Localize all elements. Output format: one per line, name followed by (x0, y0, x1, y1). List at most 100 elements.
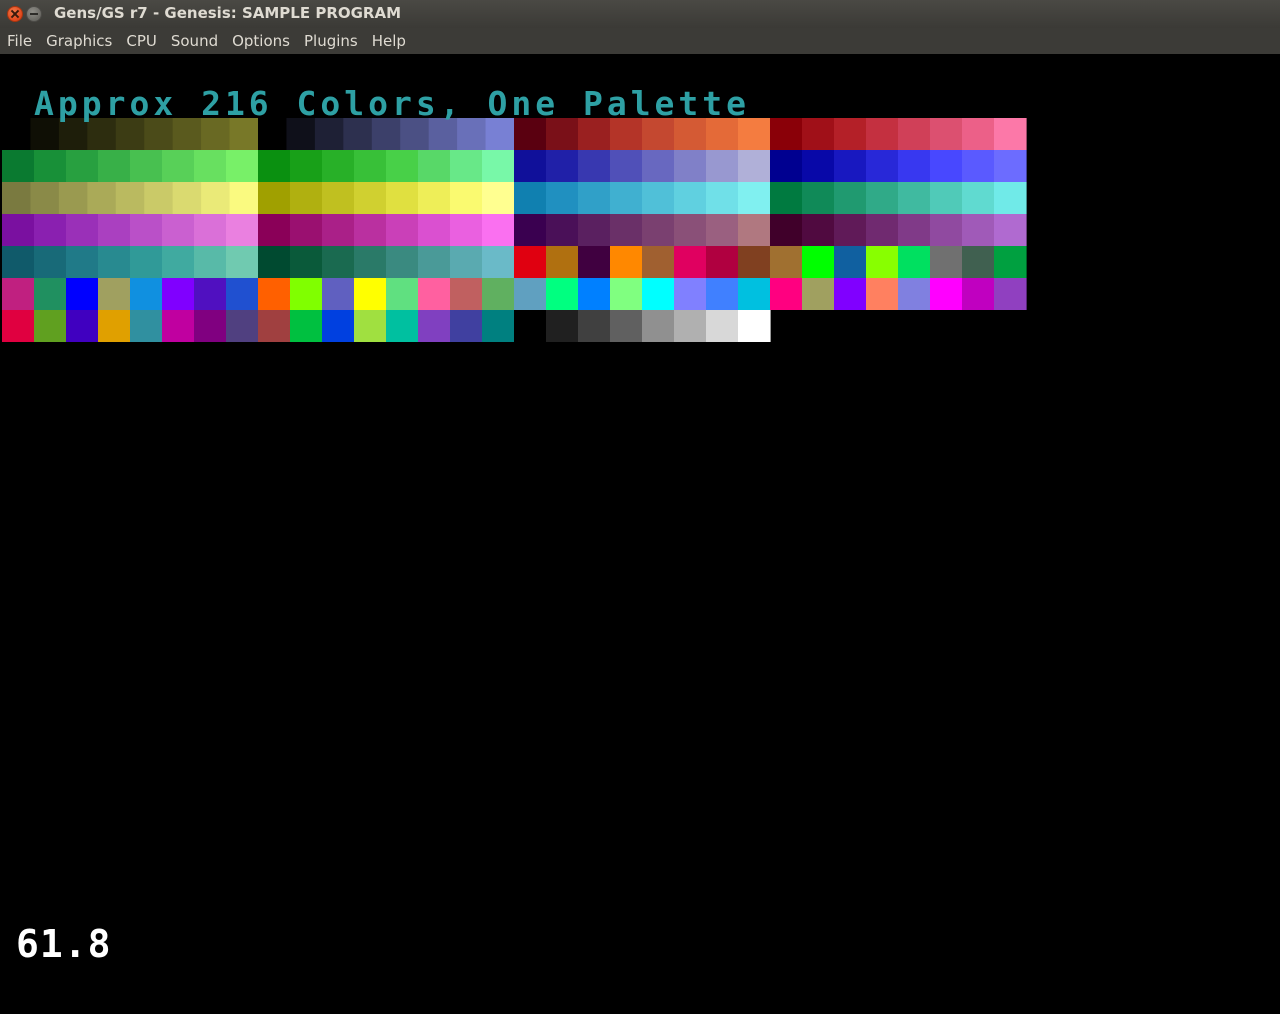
palette-swatch (610, 278, 643, 310)
palette-swatch (98, 150, 131, 182)
palette-swatch (770, 246, 803, 278)
palette-swatch (194, 310, 227, 342)
palette-swatch (66, 278, 99, 310)
palette-swatch (226, 278, 259, 310)
palette-swatch (514, 246, 547, 278)
palette-swatch (866, 214, 899, 246)
palette-swatch (994, 118, 1027, 150)
palette-swatch (674, 150, 707, 182)
palette-swatch (354, 310, 387, 342)
palette-swatch (322, 150, 355, 182)
palette-swatch (418, 278, 451, 310)
palette-swatch (290, 214, 323, 246)
palette-swatch (834, 150, 867, 182)
palette-swatch (514, 182, 547, 214)
palette-swatch (546, 246, 579, 278)
palette-swatch (226, 214, 259, 246)
palette-swatch (802, 278, 835, 310)
palette-swatch (738, 214, 771, 246)
palette-swatch (226, 246, 259, 278)
emulator-screen[interactable]: Approx 216 Colors, One Palette 61.8 (0, 54, 1280, 1014)
palette-swatch (898, 246, 931, 278)
menu-help[interactable]: Help (365, 28, 413, 54)
palette-swatch (610, 310, 643, 342)
palette-swatch (258, 278, 291, 310)
palette-swatch (201, 182, 231, 214)
palette-swatch (115, 182, 145, 214)
palette-swatch (98, 310, 131, 342)
palette-swatch (386, 182, 419, 214)
palette-swatch (642, 310, 675, 342)
palette-swatch (354, 246, 387, 278)
palette-swatch (802, 118, 835, 150)
palette-swatch (866, 278, 899, 310)
palette-swatch (994, 246, 1027, 278)
palette-swatch (194, 278, 227, 310)
palette-swatch (354, 150, 387, 182)
palette-swatch (962, 150, 995, 182)
palette-swatch (258, 246, 291, 278)
palette-swatch (962, 278, 995, 310)
palette-swatch (610, 150, 643, 182)
palette-swatch (2, 118, 32, 150)
palette-swatch (450, 278, 483, 310)
palette-swatch (898, 150, 931, 182)
palette-swatch (322, 214, 355, 246)
palette-swatch (418, 246, 451, 278)
palette-swatch (898, 118, 931, 150)
menu-graphics[interactable]: Graphics (39, 28, 119, 54)
palette-swatch (194, 246, 227, 278)
color-palette-grid (2, 118, 1027, 342)
palette-swatch (770, 150, 803, 182)
palette-swatch (482, 214, 515, 246)
palette-swatch (738, 150, 771, 182)
palette-swatch (770, 118, 803, 150)
palette-swatch (2, 150, 35, 182)
palette-swatch (706, 182, 739, 214)
palette-swatch (386, 214, 419, 246)
palette-swatch (706, 214, 739, 246)
palette-swatch (418, 150, 451, 182)
palette-swatch (258, 310, 291, 342)
palette-swatch (290, 150, 323, 182)
palette-swatch (578, 214, 611, 246)
palette-swatch (802, 246, 835, 278)
palette-swatch (482, 150, 515, 182)
palette-swatch (229, 182, 259, 214)
palette-swatch (578, 182, 611, 214)
palette-swatch (770, 278, 803, 310)
palette-swatch (354, 182, 387, 214)
palette-swatch (930, 182, 963, 214)
palette-swatch (450, 214, 483, 246)
palette-swatch (290, 182, 323, 214)
palette-swatch (194, 214, 227, 246)
minimize-icon[interactable] (26, 6, 42, 22)
palette-swatch (162, 150, 195, 182)
palette-swatch (2, 278, 35, 310)
palette-swatch (34, 310, 67, 342)
menu-sound[interactable]: Sound (164, 28, 225, 54)
palette-swatch (802, 214, 835, 246)
palette-swatch (546, 278, 579, 310)
palette-swatch (130, 150, 163, 182)
menu-file[interactable]: File (0, 28, 39, 54)
palette-swatch (642, 150, 675, 182)
palette-swatch (578, 310, 611, 342)
palette-swatch (674, 310, 707, 342)
palette-swatch (930, 246, 963, 278)
palette-swatch (34, 214, 67, 246)
palette-swatch (144, 182, 174, 214)
palette-swatch (802, 182, 835, 214)
close-icon[interactable] (7, 6, 23, 22)
palette-swatch (834, 246, 867, 278)
palette-swatch (58, 182, 88, 214)
menu-plugins[interactable]: Plugins (297, 28, 365, 54)
palette-swatch (514, 310, 547, 342)
palette-swatch (642, 246, 675, 278)
palette-swatch (290, 310, 323, 342)
palette-swatch (514, 214, 547, 246)
title-bar[interactable]: Gens/GS r7 - Genesis: SAMPLE PROGRAM (0, 0, 1280, 28)
menu-cpu[interactable]: CPU (119, 28, 164, 54)
palette-swatch (866, 246, 899, 278)
menu-options[interactable]: Options (225, 28, 297, 54)
